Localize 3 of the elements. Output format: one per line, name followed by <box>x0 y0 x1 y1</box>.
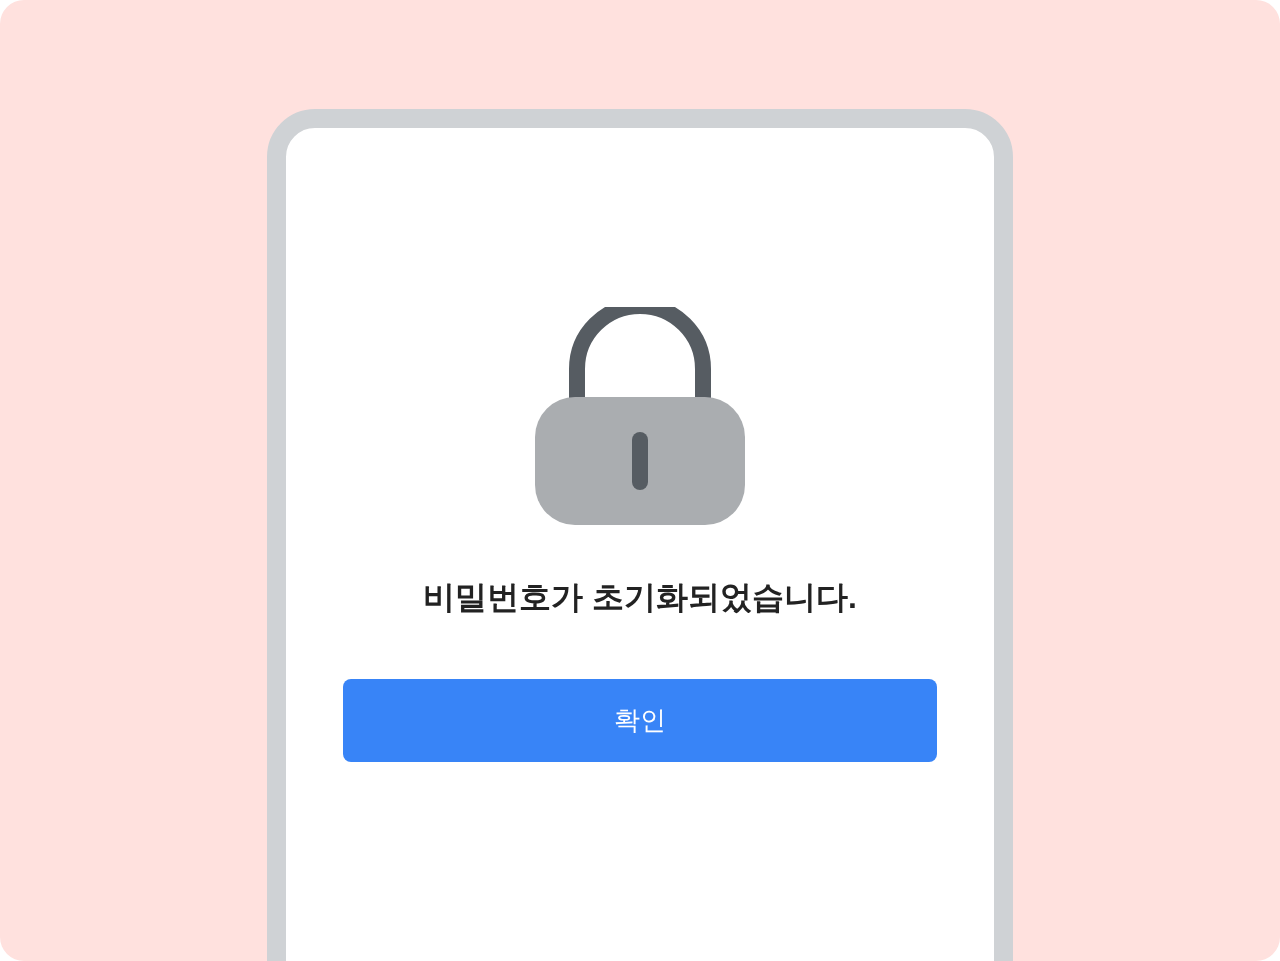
success-message: 비밀번호가 초기화되었습니다. <box>423 578 857 617</box>
confirm-button[interactable]: 확인 <box>343 679 937 762</box>
lock-icon <box>535 307 745 525</box>
